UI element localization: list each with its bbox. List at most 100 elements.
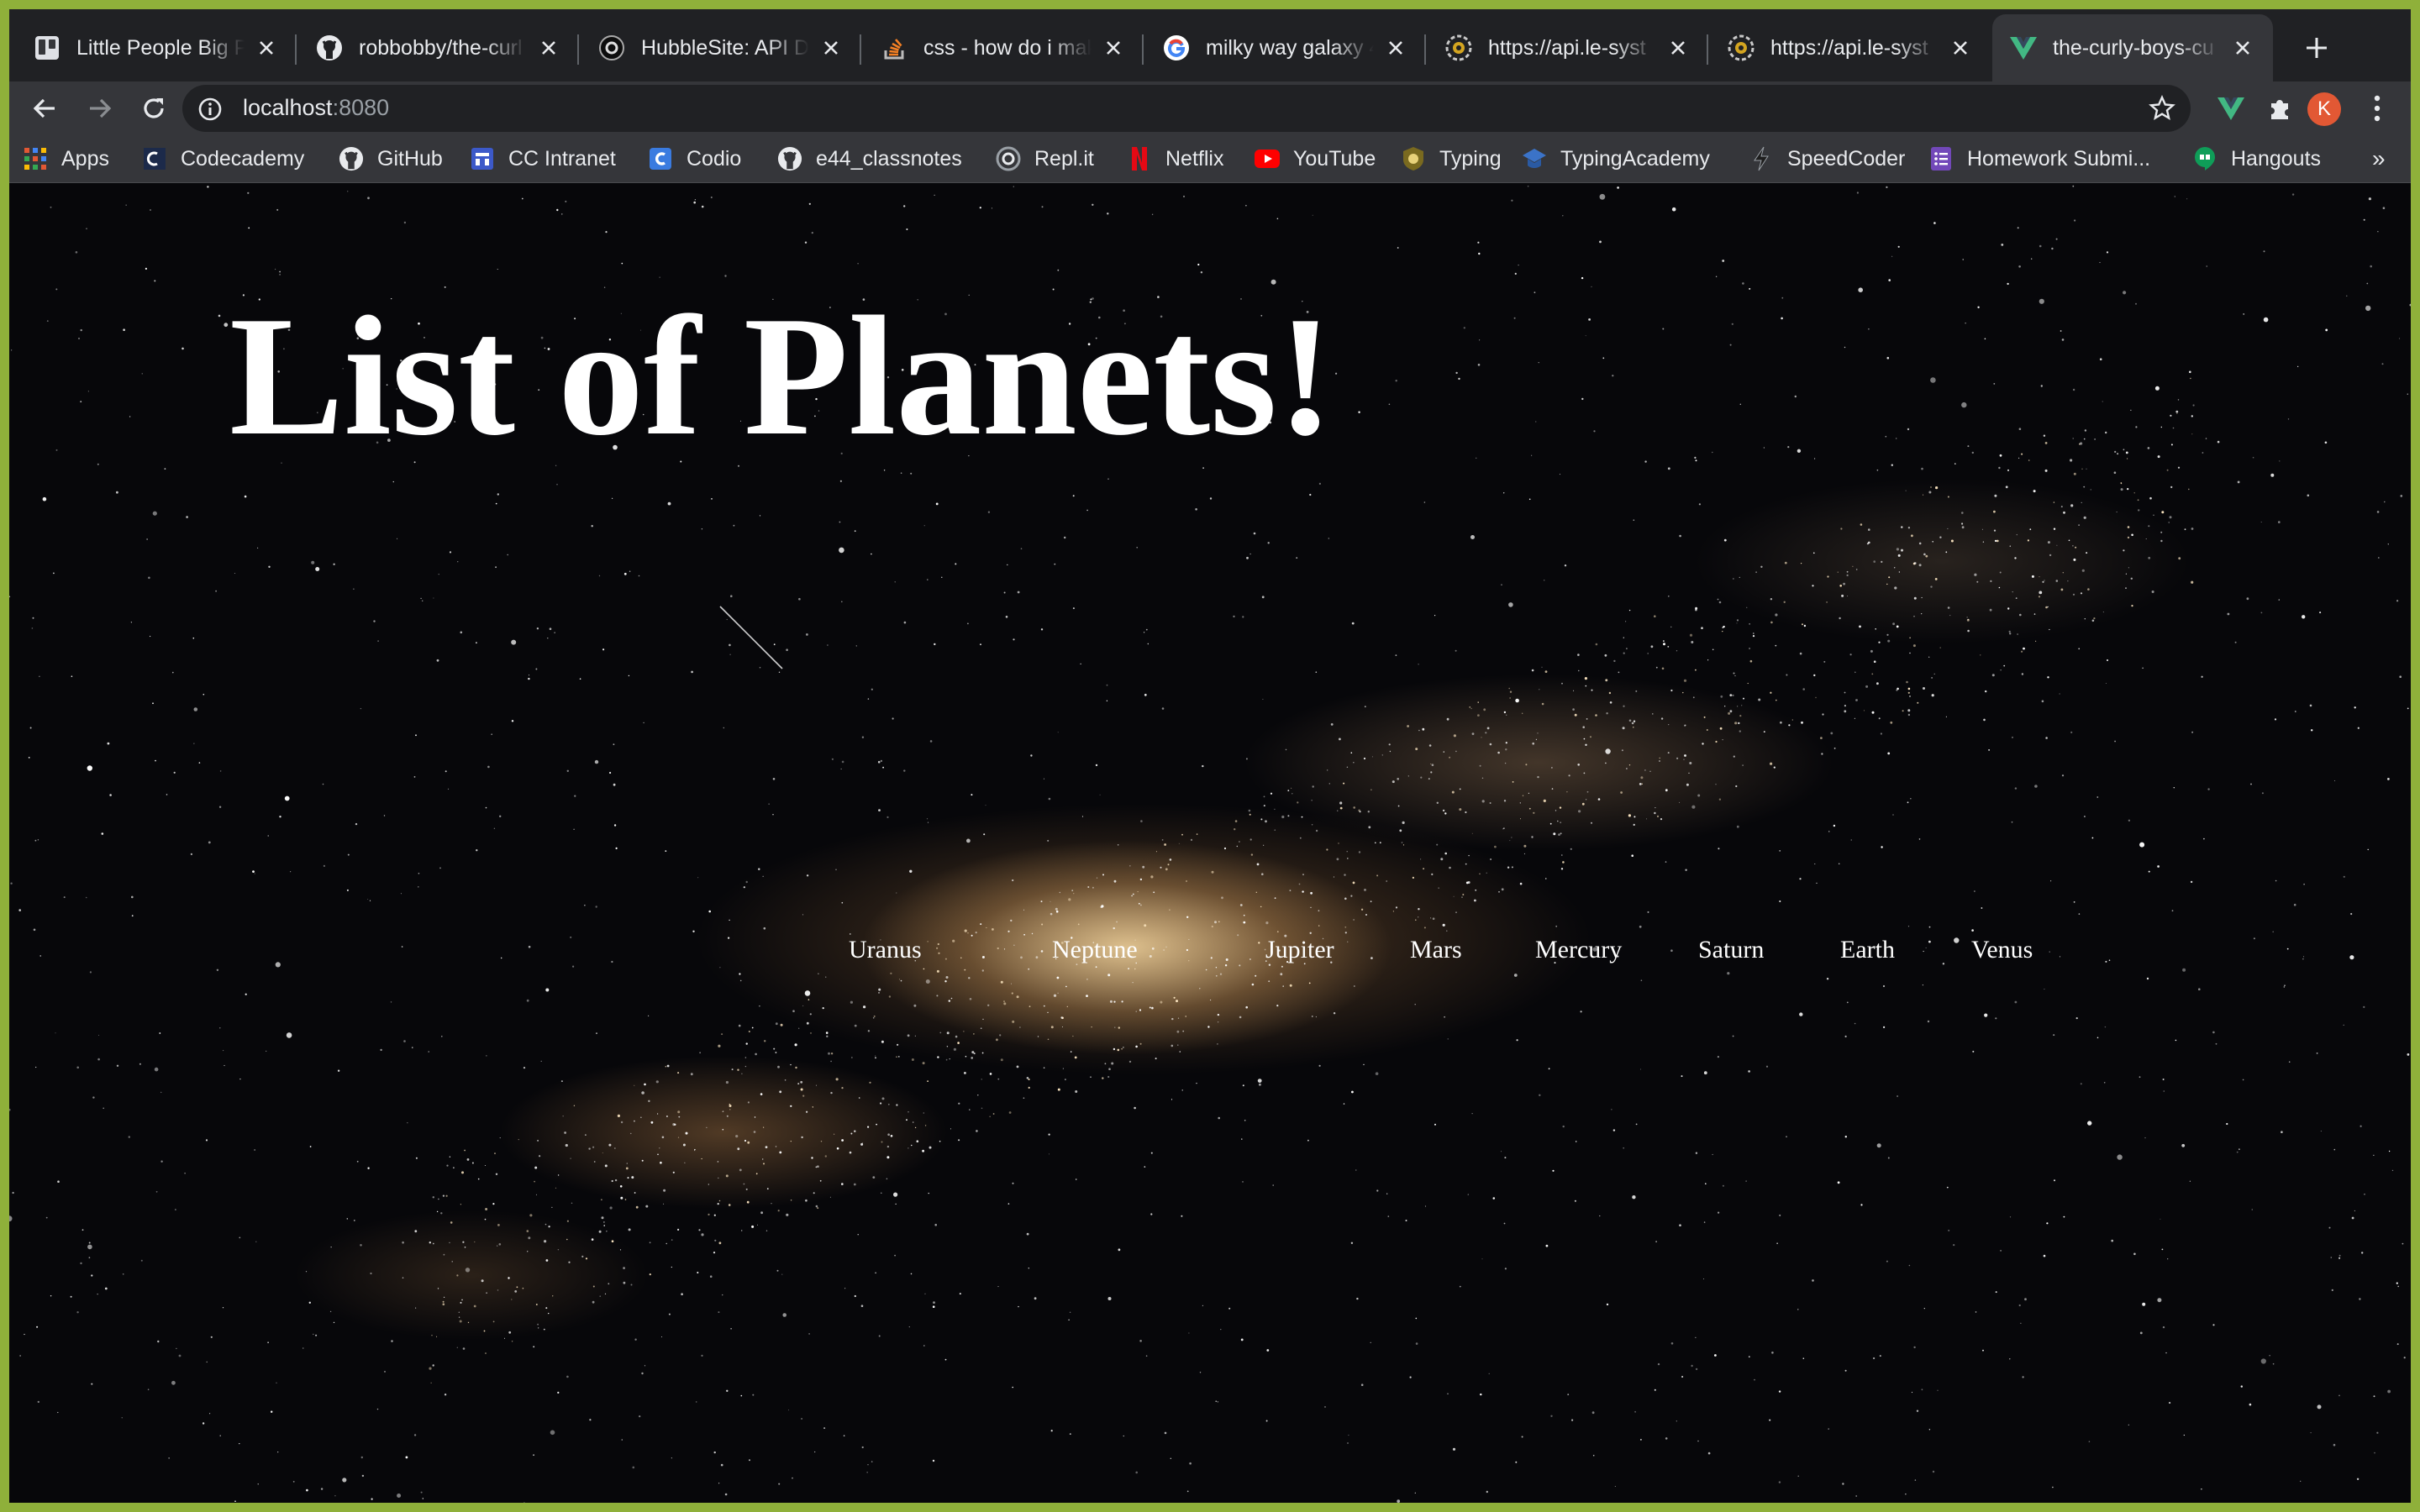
bookmark-replit[interactable]: Repl.it	[996, 144, 1094, 174]
close-icon[interactable]	[1944, 31, 1977, 65]
bookmark-label: Typing	[1439, 146, 1502, 171]
bookmark-youtube[interactable]: YouTube	[1255, 144, 1376, 174]
tab-title: milky way galaxy 4	[1206, 35, 1374, 60]
hangouts-icon	[2192, 146, 2217, 171]
hubblesite-icon	[597, 34, 626, 62]
bookmark-typingacademy[interactable]: TypingAcademy	[1522, 144, 1710, 174]
bookmark-label: Repl.it	[1034, 146, 1094, 171]
bookmarks-bar: Apps Codecademy GitHub CC Intranet Codio	[9, 135, 2411, 183]
bookmark-speedcoder[interactable]: SpeedCoder	[1749, 144, 1905, 174]
forms-icon	[1928, 146, 1954, 171]
planet-link-uranus[interactable]: Uranus	[849, 936, 922, 964]
close-icon[interactable]	[1379, 31, 1413, 65]
stackoverflow-icon	[880, 34, 908, 62]
bookmark-label: Homework Submi...	[1967, 146, 2151, 171]
tab-title: css - how do i mak	[923, 35, 1092, 60]
api-gear-icon	[1727, 34, 1755, 62]
tab-title: https://api.le-syst	[1770, 35, 1928, 60]
youtube-icon	[1255, 146, 1280, 171]
tab-title: HubbleSite: API D	[641, 35, 809, 60]
tab-github-repo[interactable]: robbobby/the-curl	[298, 14, 579, 81]
google-icon	[1162, 34, 1191, 62]
planet-link-mars[interactable]: Mars	[1410, 936, 1462, 964]
tab-title: https://api.le-syst	[1488, 35, 1646, 60]
speedcoder-icon	[1749, 146, 1774, 171]
close-icon[interactable]	[532, 31, 566, 65]
bookmark-e44-classnotes[interactable]: e44_classnotes	[777, 144, 962, 174]
bookmark-label: SpeedCoder	[1787, 146, 1906, 171]
close-icon[interactable]	[1661, 31, 1695, 65]
tab-title: robbobby/the-curl	[359, 35, 523, 60]
tab-api-1[interactable]: https://api.le-syst	[1428, 14, 1708, 81]
planet-link-neptune[interactable]: Neptune	[1052, 936, 1138, 964]
bookmark-label: Netflix	[1165, 146, 1224, 171]
planet-link-mercury[interactable]: Mercury	[1535, 936, 1622, 964]
info-icon[interactable]	[197, 97, 223, 126]
github-icon	[315, 34, 344, 62]
url-text[interactable]: localhost:8080	[243, 95, 389, 121]
planet-link-jupiter[interactable]: Jupiter	[1265, 936, 1334, 964]
bookmark-homework-submission[interactable]: Homework Submi...	[1928, 144, 2150, 174]
bookmark-label: Codio	[687, 146, 742, 171]
bookmarks-overflow-chevron[interactable]: »	[2372, 145, 2386, 172]
bookmark-label: TypingAcademy	[1560, 146, 1710, 171]
apps-grid-icon	[23, 146, 48, 171]
tab-stackoverflow[interactable]: css - how do i mak	[863, 14, 1144, 81]
tab-strip: Little People Big P robbobby/the-curl Hu…	[9, 9, 2411, 81]
menu-kebab-icon[interactable]	[2357, 88, 2397, 129]
trello-icon	[33, 34, 61, 62]
tab-api-2[interactable]: https://api.le-syst	[1710, 14, 1991, 81]
github-icon	[339, 146, 364, 171]
bookmark-apps[interactable]: Apps	[23, 144, 109, 174]
back-arrow-icon[interactable]	[24, 88, 65, 129]
bookmark-netflix[interactable]: Netflix	[1127, 144, 1223, 174]
vue-devtools-icon[interactable]	[2211, 88, 2251, 129]
bookmark-codio[interactable]: Codio	[648, 144, 741, 174]
close-icon[interactable]	[1097, 31, 1130, 65]
star-bookmark-icon[interactable]	[2149, 95, 2175, 126]
replit-icon	[996, 146, 1021, 171]
bookmark-github[interactable]: GitHub	[339, 144, 443, 174]
tab-little-people[interactable]: Little People Big P	[16, 14, 297, 81]
reload-icon[interactable]	[134, 88, 174, 129]
extensions-puzzle-icon[interactable]	[2260, 88, 2300, 129]
bookmark-label: Hangouts	[2231, 146, 2322, 171]
planet-link-saturn[interactable]: Saturn	[1698, 936, 1764, 964]
bookmark-hangouts[interactable]: Hangouts	[2192, 144, 2321, 174]
intranet-icon	[470, 146, 495, 171]
bookmark-label: YouTube	[1293, 146, 1376, 171]
avatar[interactable]: K	[2307, 92, 2341, 126]
address-bar[interactable]: localhost:8080	[182, 85, 2191, 132]
bookmark-label: CC Intranet	[508, 146, 616, 171]
close-icon[interactable]	[814, 31, 848, 65]
typing-icon	[1401, 146, 1426, 171]
bookmark-label: Apps	[61, 146, 109, 171]
plus-icon[interactable]	[2298, 29, 2335, 66]
page-title: List of Planets!	[229, 281, 1334, 471]
bookmark-cc-intranet[interactable]: CC Intranet	[470, 144, 616, 174]
planet-link-venus[interactable]: Venus	[1971, 936, 2033, 964]
bookmark-typing[interactable]: Typing	[1401, 144, 1502, 174]
netflix-icon	[1127, 146, 1152, 171]
browser-window: Little People Big P robbobby/the-curl Hu…	[9, 9, 2411, 1503]
api-gear-icon	[1444, 34, 1473, 62]
codecademy-icon	[142, 146, 167, 171]
tab-title: the-curly-boys-cu	[2053, 35, 2214, 60]
bookmark-label: e44_classnotes	[816, 146, 962, 171]
page-content: List of Planets! Uranus Neptune Jupiter …	[9, 183, 2411, 1503]
bookmark-label: GitHub	[377, 146, 443, 171]
tab-hubblesite[interactable]: HubbleSite: API D	[581, 14, 861, 81]
tab-the-curly-boys[interactable]: the-curly-boys-cu	[1992, 14, 2273, 81]
bookmark-codecademy[interactable]: Codecademy	[142, 144, 304, 174]
tab-title: Little People Big P	[76, 35, 245, 60]
vue-icon	[2009, 34, 2038, 62]
close-icon[interactable]	[2226, 31, 2260, 65]
forward-arrow-icon[interactable]	[80, 88, 120, 129]
close-icon[interactable]	[250, 31, 283, 65]
bookmark-label: Codecademy	[181, 146, 305, 171]
codio-icon	[648, 146, 673, 171]
toolbar: localhost:8080 K	[9, 81, 2411, 135]
tab-google-search[interactable]: milky way galaxy 4	[1145, 14, 1426, 81]
github-icon	[777, 146, 802, 171]
planet-link-earth[interactable]: Earth	[1840, 936, 1895, 964]
